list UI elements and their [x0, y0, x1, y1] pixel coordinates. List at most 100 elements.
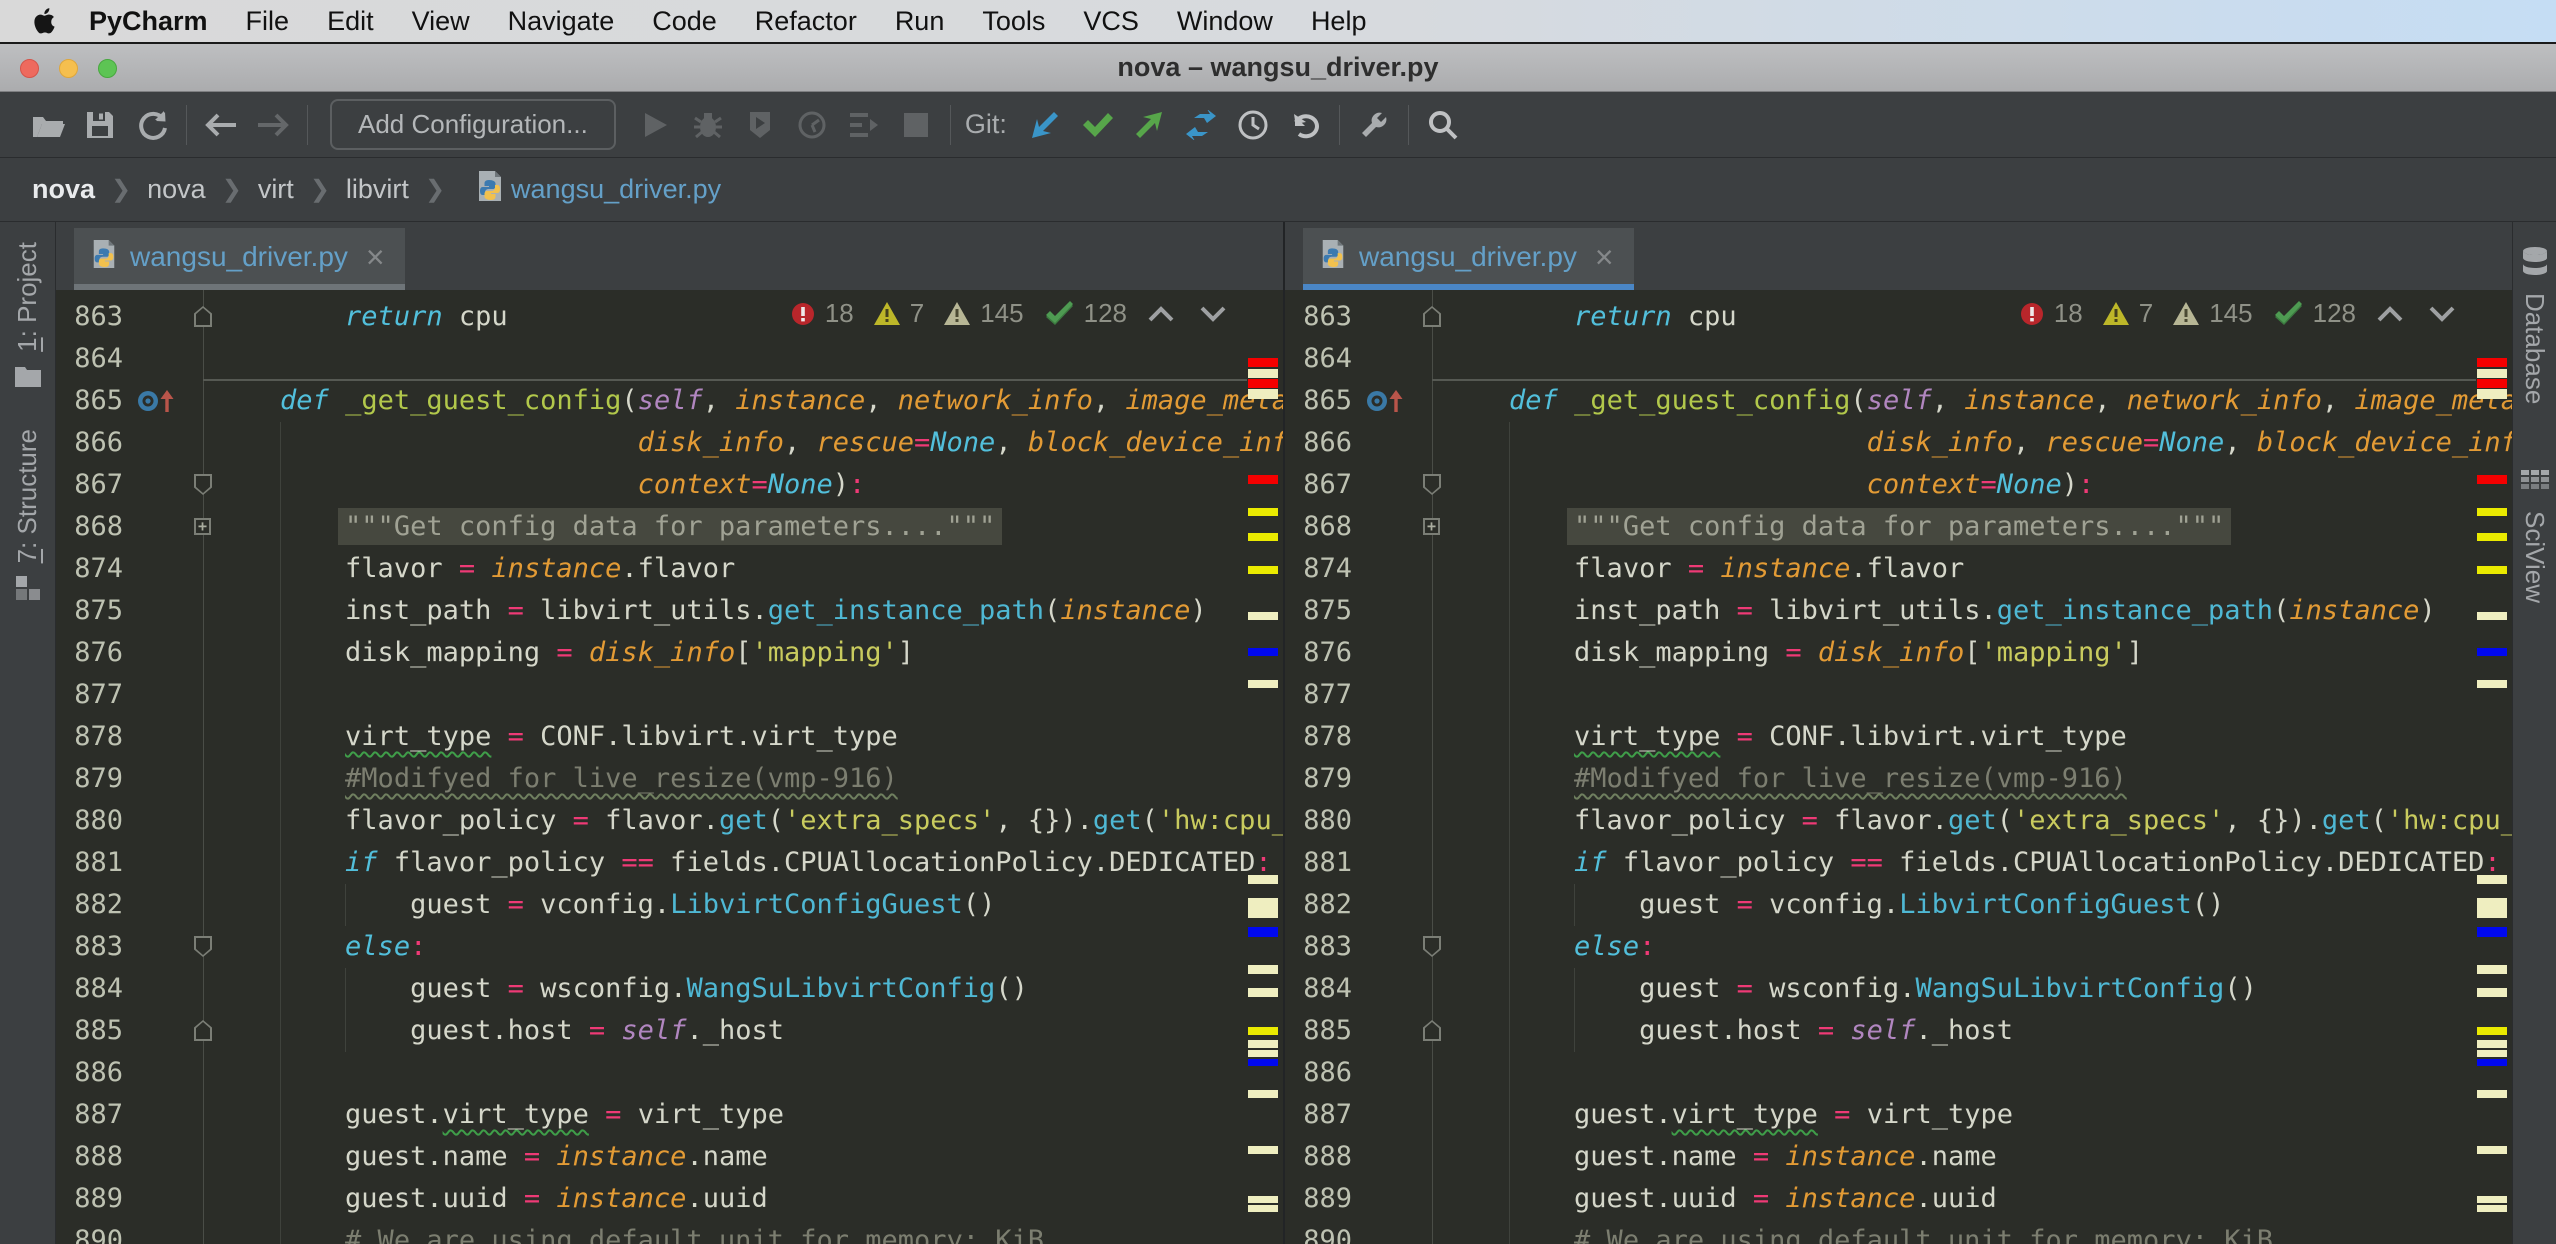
stripe-mark[interactable] — [2477, 965, 2507, 974]
line-number[interactable]: 879 — [56, 758, 123, 800]
code-line[interactable]: 867 context=None): — [56, 464, 1283, 506]
stripe-mark[interactable] — [2477, 1040, 2507, 1048]
stripe-mark[interactable] — [1248, 379, 1278, 388]
code-line[interactable]: 887 guest.virt_type = virt_type — [1285, 1094, 2512, 1136]
stripe-mark[interactable] — [2477, 475, 2507, 484]
code-line[interactable]: 877 — [56, 674, 1283, 716]
forward-icon[interactable] — [247, 103, 299, 147]
stripe-mark[interactable] — [1248, 612, 1278, 620]
stripe-mark[interactable] — [2477, 389, 2507, 399]
code-line[interactable]: 866 disk_info, rescue=None, block_device… — [56, 422, 1283, 464]
error-stripe[interactable] — [1245, 290, 1283, 1244]
stripe-mark[interactable] — [2477, 1196, 2507, 1203]
stripe-mark[interactable] — [2477, 566, 2507, 574]
stripe-mark[interactable] — [1248, 1059, 1278, 1066]
sync-icon[interactable] — [126, 103, 178, 147]
history-icon[interactable] — [1227, 103, 1279, 147]
line-number[interactable]: 885 — [1285, 1010, 1352, 1052]
line-number[interactable]: 884 — [1285, 968, 1352, 1010]
code-line[interactable]: 884 guest = wsconfig.WangSuLibvirtConfig… — [1285, 968, 2512, 1010]
stripe-mark[interactable] — [2477, 379, 2507, 388]
code-line[interactable]: 888 guest.name = instance.name — [1285, 1136, 2512, 1178]
back-icon[interactable] — [195, 103, 247, 147]
stripe-mark[interactable] — [1248, 965, 1278, 974]
code-line[interactable]: 865 def _get_guest_config(self, instance… — [56, 380, 1283, 422]
git-merge-icon[interactable] — [1175, 103, 1227, 147]
line-number[interactable]: 889 — [56, 1178, 123, 1220]
next-problem-icon[interactable] — [1199, 305, 1227, 323]
line-number[interactable]: 882 — [1285, 884, 1352, 926]
fold-marker-icon[interactable] — [194, 306, 212, 327]
stripe-mark[interactable] — [1248, 875, 1278, 884]
fold-marker-icon[interactable] — [1423, 474, 1441, 495]
profiler-icon[interactable] — [786, 103, 838, 147]
stripe-mark[interactable] — [1248, 1050, 1278, 1057]
line-number[interactable]: 878 — [56, 716, 123, 758]
code-line[interactable]: 874 flavor = instance.flavor — [1285, 548, 2512, 590]
line-number[interactable]: 881 — [1285, 842, 1352, 884]
menu-item-help[interactable]: Help — [1292, 6, 1386, 37]
editor-tab[interactable]: wangsu_driver.py × — [1303, 228, 1634, 290]
stripe-mark[interactable] — [2477, 1027, 2507, 1035]
stripe-mark[interactable] — [2477, 648, 2507, 656]
code-line[interactable]: 888 guest.name = instance.name — [56, 1136, 1283, 1178]
stripe-mark[interactable] — [1248, 1090, 1278, 1098]
line-number[interactable]: 875 — [1285, 590, 1352, 632]
code-line[interactable]: 883 else: — [1285, 926, 2512, 968]
run-coverage-icon[interactable] — [734, 103, 786, 147]
settings-wrench-icon[interactable] — [1348, 103, 1400, 147]
code-line[interactable]: 868+ """Get config data for parameters..… — [56, 506, 1283, 548]
breadcrumb-file[interactable]: wangsu_driver.py — [511, 174, 721, 205]
line-number[interactable]: 868 — [1285, 506, 1352, 548]
run-icon[interactable] — [630, 103, 682, 147]
line-number[interactable]: 882 — [56, 884, 123, 926]
line-number[interactable]: 883 — [56, 926, 123, 968]
code-line[interactable]: 876 disk_mapping = disk_info['mapping'] — [56, 632, 1283, 674]
fold-marker-icon[interactable] — [1423, 936, 1441, 957]
code-line[interactable]: 868+ """Get config data for parameters..… — [1285, 506, 2512, 548]
code-line[interactable]: 867 context=None): — [1285, 464, 2512, 506]
code-line[interactable]: 879 #Modifyed for live_resize(vmp-916) — [1285, 758, 2512, 800]
line-number[interactable]: 874 — [56, 548, 123, 590]
stripe-mark[interactable] — [1248, 389, 1278, 399]
breadcrumb-item[interactable]: virt — [258, 174, 294, 205]
apple-menu-icon[interactable] — [26, 6, 60, 36]
line-number[interactable]: 883 — [1285, 926, 1352, 968]
stripe-mark[interactable] — [2477, 533, 2507, 541]
stripe-mark[interactable] — [1248, 1205, 1278, 1212]
error-stripe[interactable] — [2474, 290, 2512, 1244]
next-problem-icon[interactable] — [2428, 305, 2456, 323]
code-line[interactable]: 864 — [1285, 338, 2512, 380]
stripe-mark[interactable] — [1248, 898, 1278, 918]
stripe-mark[interactable] — [1248, 369, 1278, 378]
git-push-icon[interactable] — [1123, 103, 1175, 147]
line-number[interactable]: 865 — [56, 380, 123, 422]
line-number[interactable]: 868 — [56, 506, 123, 548]
tool-button-sciview[interactable]: SciView — [2519, 470, 2550, 603]
stripe-mark[interactable] — [1248, 475, 1278, 484]
code-line[interactable]: 887 guest.virt_type = virt_type — [56, 1094, 1283, 1136]
code-line[interactable]: 878 virt_type = CONF.libvirt.virt_type — [1285, 716, 2512, 758]
code-line[interactable]: 866 disk_info, rescue=None, block_device… — [1285, 422, 2512, 464]
menu-item-view[interactable]: View — [393, 6, 489, 37]
code-line[interactable]: 878 virt_type = CONF.libvirt.virt_type — [56, 716, 1283, 758]
fold-marker-icon[interactable] — [194, 1020, 212, 1041]
stripe-mark[interactable] — [1248, 1146, 1278, 1154]
code-line[interactable]: 889 guest.uuid = instance.uuid — [56, 1178, 1283, 1220]
breadcrumb-item[interactable]: libvirt — [346, 174, 409, 205]
code-editor[interactable]: 863 return cpu864865 def _get_guest_conf… — [1285, 290, 2512, 1244]
line-number[interactable]: 865 — [1285, 380, 1352, 422]
line-number[interactable]: 879 — [1285, 758, 1352, 800]
git-update-icon[interactable] — [1019, 103, 1071, 147]
line-number[interactable]: 885 — [56, 1010, 123, 1052]
overriding-method-icon[interactable] — [1365, 386, 1423, 416]
save-icon[interactable] — [74, 103, 126, 147]
code-line[interactable]: 881 if flavor_policy == fields.CPUAlloca… — [56, 842, 1283, 884]
stripe-mark[interactable] — [1248, 566, 1278, 574]
stripe-mark[interactable] — [1248, 648, 1278, 656]
breadcrumb-item[interactable]: nova — [32, 174, 95, 205]
zoom-button[interactable] — [98, 59, 117, 78]
stripe-mark[interactable] — [1248, 680, 1278, 688]
fold-marker-icon[interactable] — [194, 474, 212, 495]
overriding-method-icon[interactable] — [136, 386, 194, 416]
